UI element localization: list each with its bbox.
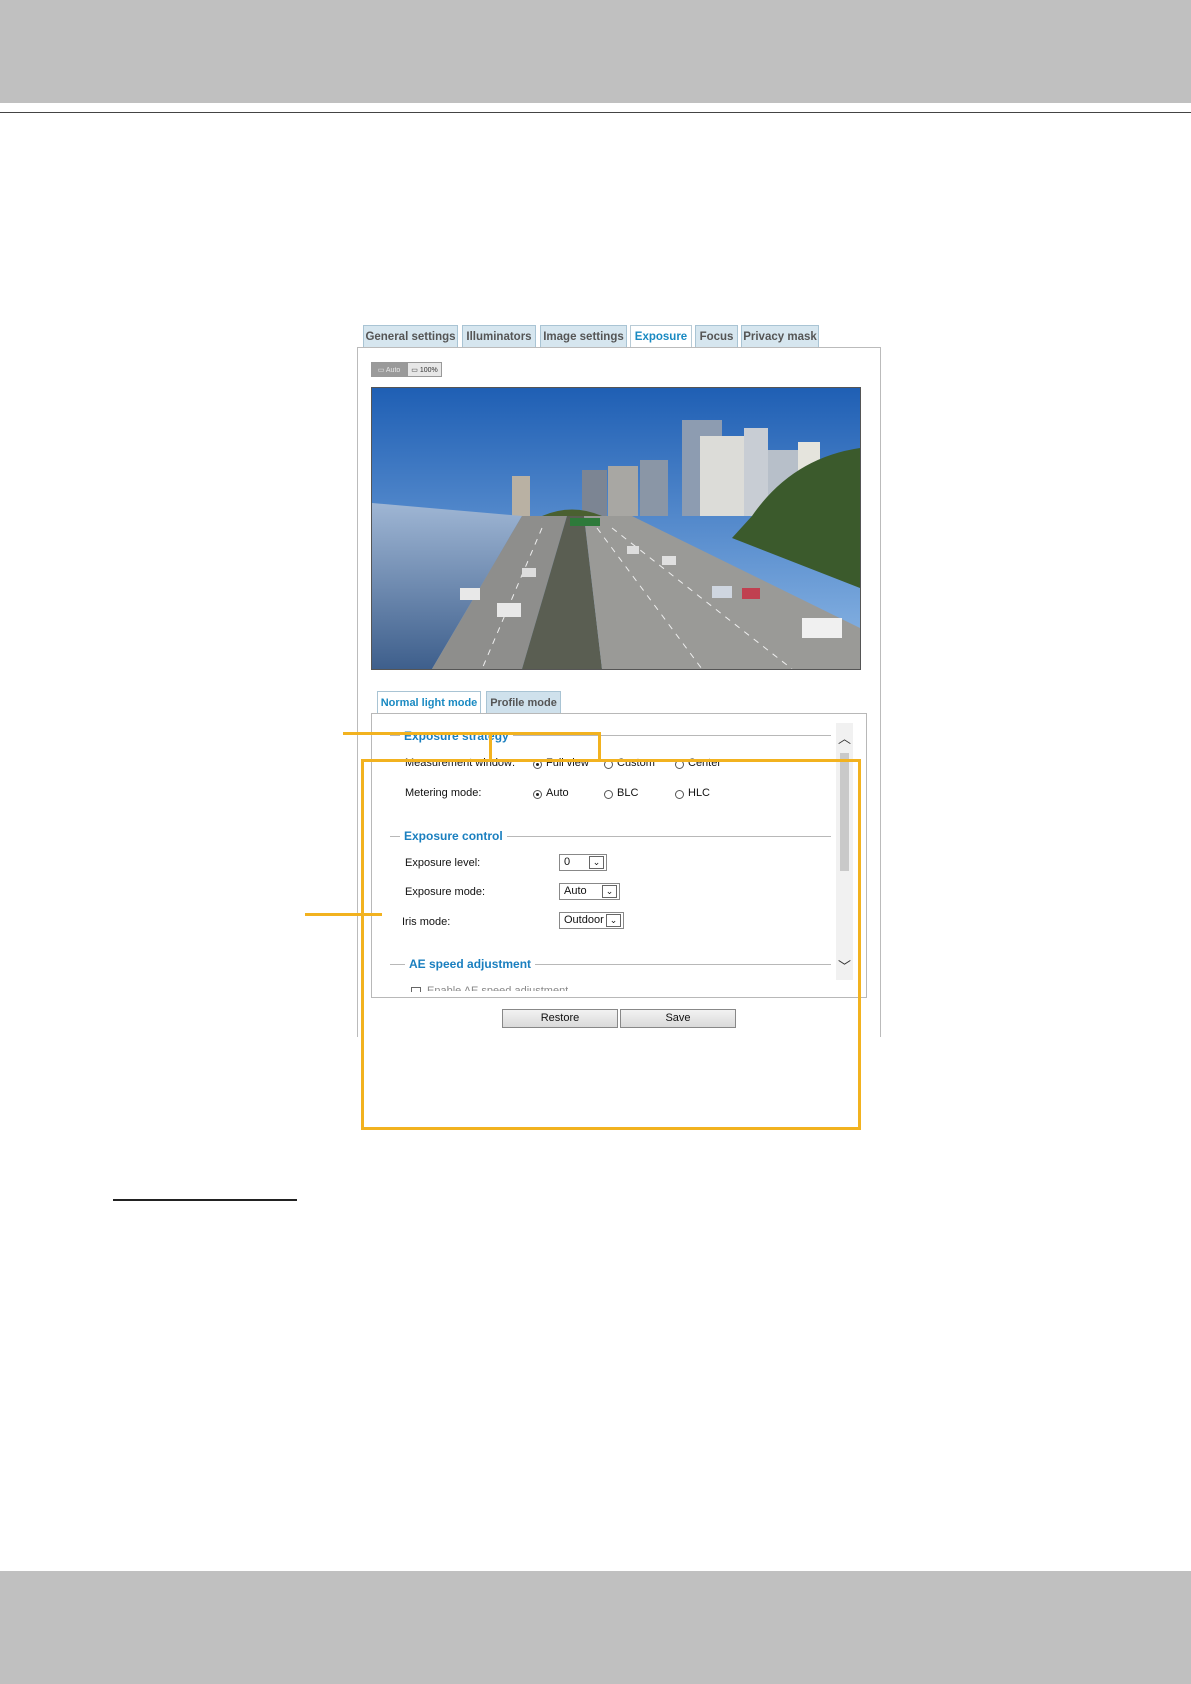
header-rule bbox=[0, 112, 1191, 113]
callout-box-measurement bbox=[489, 732, 601, 762]
zoom-auto-label: Auto bbox=[385, 367, 401, 374]
tab-illuminators[interactable]: Illuminators bbox=[462, 325, 536, 347]
zoom-100-label: 100% bbox=[419, 367, 438, 374]
page-header-band bbox=[0, 0, 1191, 103]
callout-leader-line bbox=[343, 732, 491, 735]
tab-privacy-mask[interactable]: Privacy mask bbox=[741, 325, 819, 347]
tab-exposure[interactable]: Exposure bbox=[630, 325, 692, 348]
live-video-preview[interactable] bbox=[371, 387, 861, 670]
footnote-rule bbox=[113, 1199, 297, 1201]
callout-leader-line bbox=[305, 913, 382, 916]
tab-general-settings[interactable]: General settings bbox=[363, 325, 458, 347]
zoom-auto-button[interactable]: ▭ Auto bbox=[371, 362, 407, 377]
tab-normal-light-mode[interactable]: Normal light mode bbox=[377, 691, 481, 714]
tab-profile-mode[interactable]: Profile mode bbox=[486, 691, 561, 713]
callout-box-panel bbox=[361, 759, 861, 1130]
tab-image-settings[interactable]: Image settings bbox=[540, 325, 627, 347]
tab-focus[interactable]: Focus bbox=[695, 325, 738, 347]
chevron-up-icon[interactable]: ︿ bbox=[836, 731, 853, 747]
zoom-100-button[interactable]: ▭ 100% bbox=[407, 362, 442, 377]
video-scene-illustration bbox=[372, 388, 860, 669]
page-footer-band bbox=[0, 1571, 1191, 1684]
